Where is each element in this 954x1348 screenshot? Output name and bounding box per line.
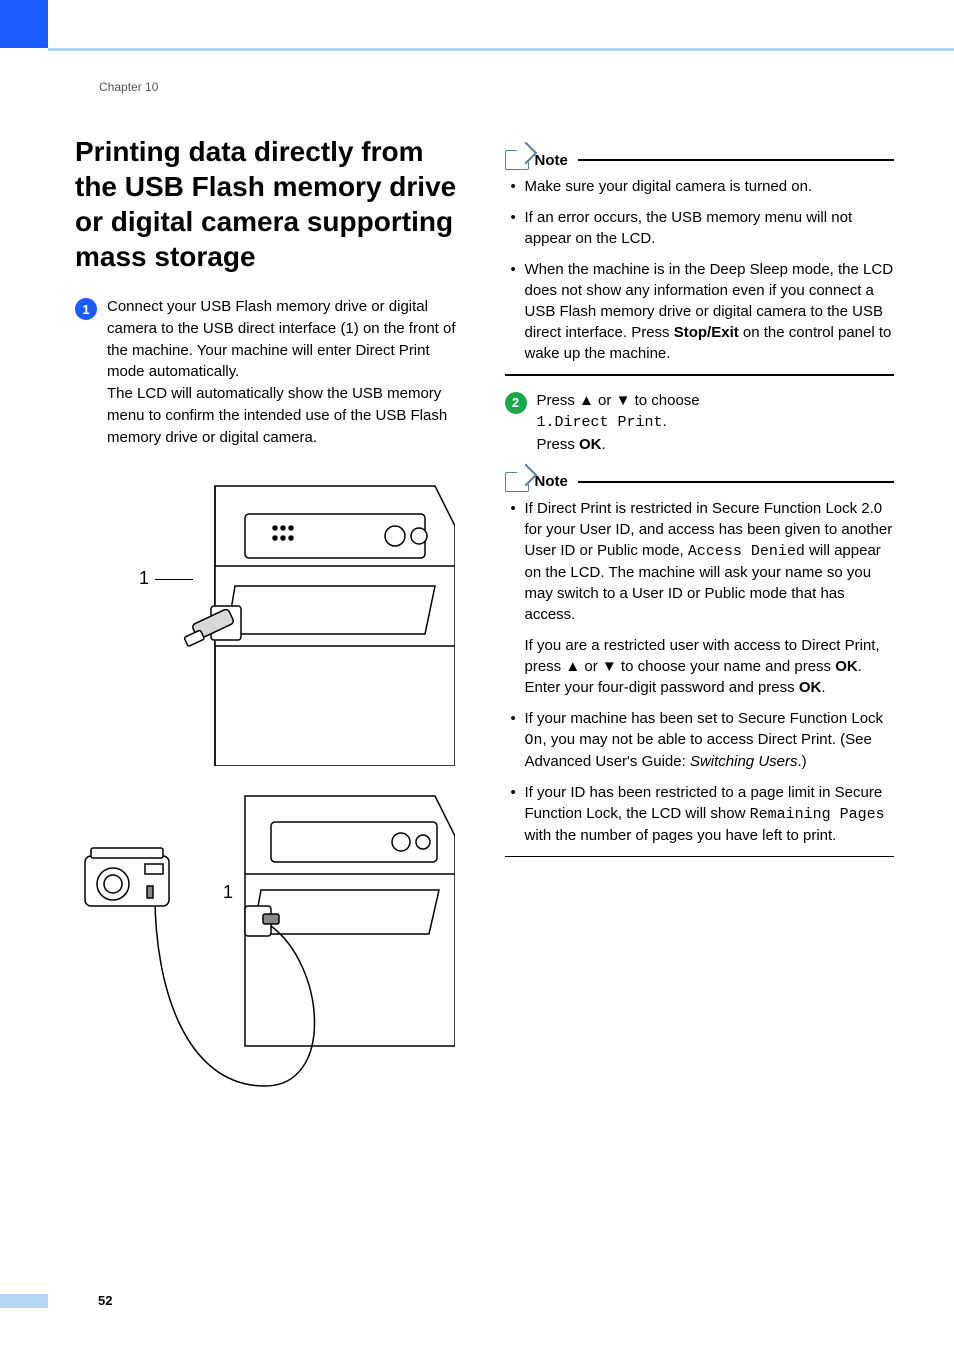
side-tab: [0, 0, 48, 48]
note-1: Note Make sure your digital camera is tu…: [505, 150, 895, 376]
header-rule: [48, 48, 954, 51]
n2i1-ok2: OK: [799, 679, 822, 696]
note-rule: [578, 159, 894, 161]
step-1: 1 Connect your USB Flash memory drive or…: [75, 296, 465, 448]
s2-mono: 1.Direct Print: [537, 414, 663, 431]
step-2: 2 Press ▲ or ▼ to choose 1.Direct Print.…: [505, 390, 895, 456]
n2i1-ok1: OK: [835, 658, 858, 675]
figure-1-usb-drive: [175, 466, 455, 766]
note-1-item-2: If an error occurs, the USB memory menu …: [511, 207, 895, 249]
step-bullet-1: 1: [75, 298, 97, 320]
step-1-text-b: The LCD will automatically show the USB …: [107, 385, 447, 446]
note-2-item-3: If your ID has been restricted to a page…: [511, 782, 895, 846]
note-1-header: Note: [505, 150, 895, 170]
down-arrow-icon: ▼: [602, 658, 617, 675]
n2i3-post: with the number of pages you have left t…: [525, 827, 837, 844]
note-icon: [505, 150, 529, 170]
left-column: Printing data directly from the USB Flas…: [75, 134, 465, 1106]
step-1-text-a: Connect your USB Flash memory drive or d…: [107, 298, 456, 380]
note1-i3-bold: Stop/Exit: [674, 324, 739, 341]
note-1-list: Make sure your digital camera is turned …: [505, 176, 895, 364]
note-2-item-1: If Direct Print is restricted in Secure …: [511, 498, 895, 698]
n2i2-post: .): [798, 753, 807, 770]
footer-bar: [0, 1294, 48, 1308]
note-1-label: Note: [535, 152, 568, 169]
step-1-body: Connect your USB Flash memory drive or d…: [107, 296, 465, 448]
note-1-item-1: Make sure your digital camera is turned …: [511, 176, 895, 197]
note-end-rule: [505, 374, 895, 376]
n2i1-or: or: [580, 658, 602, 675]
n2i2-mono: On: [525, 732, 543, 749]
note-2-label: Note: [535, 473, 568, 490]
figure-2-camera: [75, 786, 455, 1106]
note-2-list: If Direct Print is restricted in Secure …: [505, 498, 895, 846]
n2i1-end: .: [821, 679, 825, 696]
n2i1-m1: to choose your name and press: [617, 658, 835, 675]
step-2-body: Press ▲ or ▼ to choose 1.Direct Print. P…: [537, 390, 895, 456]
up-arrow-icon: ▲: [579, 392, 594, 409]
note-icon: [505, 472, 529, 492]
chapter-label: Chapter 10: [99, 80, 158, 94]
s2-l2pre: Press: [537, 436, 580, 453]
note-2-header: Note: [505, 472, 895, 492]
n2i3-mono: Remaining Pages: [750, 806, 885, 823]
s2-or: or: [594, 392, 616, 409]
s2-pre: Press: [537, 392, 580, 409]
figure-1-label: 1: [139, 568, 149, 589]
note-2: Note If Direct Print is restricted in Se…: [505, 472, 895, 858]
right-column: Note Make sure your digital camera is tu…: [505, 134, 895, 1106]
n2i2-pre: If your machine has been set to Secure F…: [525, 710, 884, 727]
up-arrow-icon: ▲: [565, 658, 580, 675]
n2i1-para2: If you are a restricted user with access…: [525, 635, 895, 698]
n2i1-mono: Access Denied: [688, 543, 805, 560]
s2-ok: OK: [579, 436, 602, 453]
s2-post: to choose: [630, 392, 699, 409]
step-bullet-2: 2: [505, 392, 527, 414]
n2i2-ital: Switching Users: [690, 753, 798, 770]
note-rule: [578, 481, 894, 483]
page-content: Printing data directly from the USB Flas…: [75, 134, 894, 1106]
s2-end: .: [663, 413, 667, 430]
note-2-item-2: If your machine has been set to Secure F…: [511, 708, 895, 772]
page-number: 52: [98, 1293, 112, 1308]
section-title: Printing data directly from the USB Flas…: [75, 134, 465, 274]
figure-area: 1: [75, 466, 465, 1106]
down-arrow-icon: ▼: [616, 392, 631, 409]
note-end-rule: [505, 856, 895, 858]
s2-l2end: .: [602, 436, 606, 453]
note-1-item-3: When the machine is in the Deep Sleep mo…: [511, 259, 895, 364]
